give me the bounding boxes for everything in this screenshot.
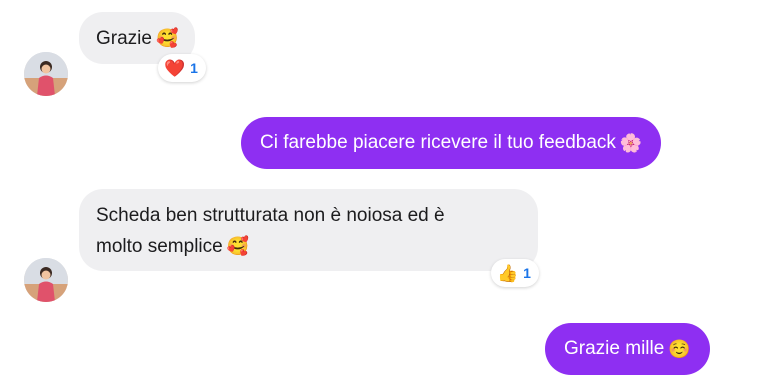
reaction-badge[interactable]: ❤️ 1 bbox=[158, 54, 206, 82]
avatar-photo bbox=[24, 52, 68, 96]
sender-avatar[interactable] bbox=[24, 52, 68, 96]
outgoing-message-bubble[interactable]: Ci farebbe piacere ricevere il tuo feedb… bbox=[241, 117, 662, 169]
reaction-count: 1 bbox=[523, 265, 531, 281]
message-text-line: Scheda ben strutturata non è noiosa ed è bbox=[96, 205, 445, 226]
reaction-count: 1 bbox=[190, 60, 198, 76]
message-emoji: ☺️ bbox=[668, 339, 691, 359]
avatar-photo bbox=[24, 258, 68, 302]
sender-avatar[interactable] bbox=[24, 258, 68, 302]
message-text: Grazie bbox=[96, 28, 152, 49]
message-text: Ci farebbe piacere ricevere il tuo feedb… bbox=[260, 132, 616, 153]
reaction-badge[interactable]: 👍 1 bbox=[491, 259, 539, 287]
message-emoji: 🥰 bbox=[226, 236, 250, 256]
incoming-message-bubble[interactable]: Scheda ben strutturata non è noiosa ed è… bbox=[79, 189, 538, 271]
heart-reaction-icon: ❤️ bbox=[164, 58, 186, 78]
thumbs-up-reaction-icon: 👍 bbox=[497, 263, 519, 283]
chat-thread: Grazie 🥰 ❤️ 1 Ci farebbe piacere ricevere… bbox=[0, 0, 768, 384]
outgoing-message-bubble[interactable]: Grazie mille ☺️ bbox=[545, 323, 710, 375]
message-text-line: molto semplice bbox=[96, 236, 223, 257]
message-emoji: 🌸 bbox=[619, 133, 643, 153]
message-text: Grazie mille bbox=[564, 338, 665, 359]
message-emoji: 🥰 bbox=[155, 28, 179, 48]
